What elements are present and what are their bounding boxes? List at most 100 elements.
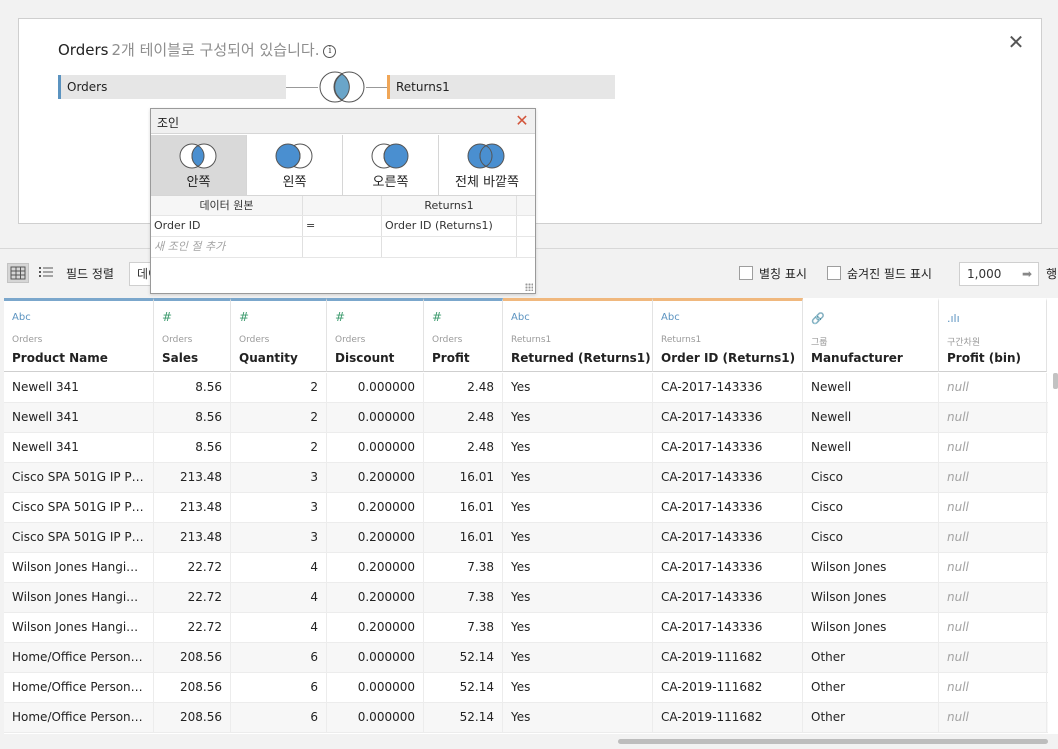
cell-manufacturer: Cisco bbox=[803, 493, 939, 522]
inner-join-venn-icon[interactable] bbox=[318, 71, 366, 103]
cell-order-id-returns1: CA-2017-143336 bbox=[653, 553, 803, 582]
table-pill-returns1[interactable]: Returns1 bbox=[387, 75, 615, 99]
join-type-label: 안쪽 bbox=[186, 175, 211, 190]
add-join-clause-row[interactable]: 새 조인 절 추가 bbox=[151, 237, 535, 258]
cell-quantity: 2 bbox=[231, 403, 327, 432]
column-header-manufacturer[interactable]: 🔗 그룹 Manufacturer bbox=[803, 298, 939, 372]
column-source: Returns1 bbox=[661, 335, 702, 345]
arrow-right-icon[interactable]: ➡ bbox=[1022, 267, 1034, 281]
clause-header-returns1: Returns1 bbox=[382, 196, 517, 215]
join-type-full-outer[interactable]: 전체 바깥쪽 bbox=[439, 135, 535, 195]
cell-profit: 16.01 bbox=[424, 493, 503, 522]
cell-discount: 0.200000 bbox=[327, 523, 424, 552]
horizontal-scrollbar[interactable] bbox=[618, 739, 1048, 744]
cell-profit: 52.14 bbox=[424, 643, 503, 672]
clause-row-spacer bbox=[517, 216, 535, 236]
cell-product-name: Newell 341 bbox=[4, 433, 154, 462]
column-header-quantity[interactable]: # Orders Quantity bbox=[231, 298, 327, 372]
vertical-scrollbar[interactable] bbox=[1053, 373, 1058, 389]
table-row: Home/Office Personal ... 208.56 6 0.000000 5… bbox=[4, 703, 1048, 733]
cell-discount: 0.000000 bbox=[327, 403, 424, 432]
resize-grip-icon[interactable] bbox=[525, 283, 533, 291]
join-connector-left bbox=[286, 87, 318, 88]
table-row: Wilson Jones Hanging... 22.72 4 0.200000 7.3… bbox=[4, 583, 1048, 613]
checkbox-box[interactable] bbox=[827, 266, 841, 280]
cell-sales: 8.56 bbox=[154, 373, 231, 402]
cell-discount: 0.200000 bbox=[327, 463, 424, 492]
cell-product-name: Home/Office Personal ... bbox=[4, 703, 154, 732]
show-hidden-fields-checkbox[interactable]: 숨겨진 필드 표시 bbox=[827, 265, 932, 282]
add-clause-right bbox=[382, 237, 517, 257]
cell-quantity: 2 bbox=[231, 433, 327, 462]
show-aliases-label: 별칭 표시 bbox=[759, 267, 807, 281]
cell-profit: 16.01 bbox=[424, 463, 503, 492]
bin-icon[interactable]: .ılı bbox=[947, 312, 960, 325]
cell-product-name: Wilson Jones Hanging... bbox=[4, 553, 154, 582]
cell-sales: 208.56 bbox=[154, 703, 231, 732]
string-type-icon[interactable]: Abc bbox=[661, 312, 680, 323]
column-header-sales[interactable]: # Orders Sales bbox=[154, 298, 231, 372]
info-icon[interactable]: i bbox=[323, 45, 337, 58]
column-name: Product Name bbox=[12, 351, 108, 365]
rows-count-input[interactable]: 1,000 ➡ bbox=[959, 262, 1039, 286]
number-type-icon[interactable]: # bbox=[432, 310, 442, 324]
clause-right-field[interactable]: Order ID (Returns1) bbox=[382, 216, 517, 236]
column-header-order-id-returns1[interactable]: Abc Returns1 Order ID (Returns1) bbox=[653, 298, 803, 372]
paperclip-icon[interactable]: 🔗 bbox=[811, 312, 825, 325]
checkbox-box[interactable] bbox=[739, 266, 753, 280]
cell-discount: 0.000000 bbox=[327, 643, 424, 672]
cell-manufacturer: Cisco bbox=[803, 463, 939, 492]
join-type-left[interactable]: 왼쪽 bbox=[247, 135, 343, 195]
column-header-returned-returns1[interactable]: Abc Returns1 Returned (Returns1) bbox=[503, 298, 653, 372]
close-icon[interactable]: ✕ bbox=[513, 111, 531, 131]
list-view-button[interactable] bbox=[36, 263, 56, 283]
table-pill-orders[interactable]: Orders bbox=[58, 75, 286, 99]
cell-quantity: 2 bbox=[231, 373, 327, 402]
cell-quantity: 4 bbox=[231, 553, 327, 582]
cell-order-id-returns1: CA-2017-143336 bbox=[653, 493, 803, 522]
cell-returned-returns1: Yes bbox=[503, 553, 653, 582]
table-row: Home/Office Personal ... 208.56 6 0.000000 5… bbox=[4, 643, 1048, 673]
column-name: Quantity bbox=[239, 351, 298, 365]
grid-icon bbox=[10, 266, 26, 280]
number-type-icon[interactable]: # bbox=[335, 310, 345, 324]
cell-order-id-returns1: CA-2019-111682 bbox=[653, 703, 803, 732]
string-type-icon[interactable]: Abc bbox=[12, 312, 31, 323]
cell-returned-returns1: Yes bbox=[503, 433, 653, 462]
table-row: Wilson Jones Hanging... 22.72 4 0.200000 7.3… bbox=[4, 553, 1048, 583]
cell-order-id-returns1: CA-2017-143336 bbox=[653, 523, 803, 552]
data-source-subtitle: 2개 테이블로 구성되어 있습니다. bbox=[111, 41, 320, 59]
number-type-icon[interactable]: # bbox=[239, 310, 249, 324]
cell-product-name: Newell 341 bbox=[4, 373, 154, 402]
join-clause-row[interactable]: Order ID = Order ID (Returns1) bbox=[151, 216, 535, 237]
string-type-icon[interactable]: Abc bbox=[511, 312, 530, 323]
cell-product-name: Cisco SPA 501G IP Ph... bbox=[4, 463, 154, 492]
add-join-clause-placeholder[interactable]: 새 조인 절 추가 bbox=[151, 237, 303, 257]
column-source: Returns1 bbox=[511, 335, 552, 345]
cell-returned-returns1: Yes bbox=[503, 583, 653, 612]
column-header-profit-bin[interactable]: .ılı 구간차원 Profit (bin) bbox=[939, 298, 1047, 372]
column-header-discount[interactable]: # Orders Discount bbox=[327, 298, 424, 372]
join-type-right[interactable]: 오른쪽 bbox=[343, 135, 439, 195]
column-source: Orders bbox=[12, 335, 43, 345]
table-row: Newell 341 8.56 2 0.000000 2.48 Yes CA-2017-14… bbox=[4, 373, 1048, 403]
show-hidden-fields-label: 숨겨진 필드 표시 bbox=[847, 267, 932, 281]
cell-discount: 0.000000 bbox=[327, 703, 424, 732]
join-clause-table: 데이터 원본 Returns1 Order ID = Order ID (Ret… bbox=[151, 195, 535, 258]
show-aliases-checkbox[interactable]: 별칭 표시 bbox=[739, 265, 807, 282]
cell-order-id-returns1: CA-2017-143336 bbox=[653, 463, 803, 492]
column-header-product-name[interactable]: Abc Orders Product Name bbox=[4, 298, 154, 372]
join-type-inner[interactable]: 안쪽 bbox=[151, 135, 247, 195]
cell-order-id-returns1: CA-2017-143336 bbox=[653, 583, 803, 612]
column-source: Orders bbox=[162, 335, 193, 345]
column-header-profit[interactable]: # Orders Profit bbox=[424, 298, 503, 372]
column-name: Profit bbox=[432, 351, 470, 365]
grid-view-button[interactable] bbox=[7, 263, 29, 283]
clause-operator[interactable]: = bbox=[303, 216, 382, 236]
cell-profit-bin: null bbox=[939, 403, 1047, 432]
number-type-icon[interactable]: # bbox=[162, 310, 172, 324]
close-icon[interactable]: ✕ bbox=[1007, 32, 1025, 52]
clause-left-field[interactable]: Order ID bbox=[151, 216, 303, 236]
cell-discount: 0.000000 bbox=[327, 373, 424, 402]
cell-order-id-returns1: CA-2019-111682 bbox=[653, 673, 803, 702]
